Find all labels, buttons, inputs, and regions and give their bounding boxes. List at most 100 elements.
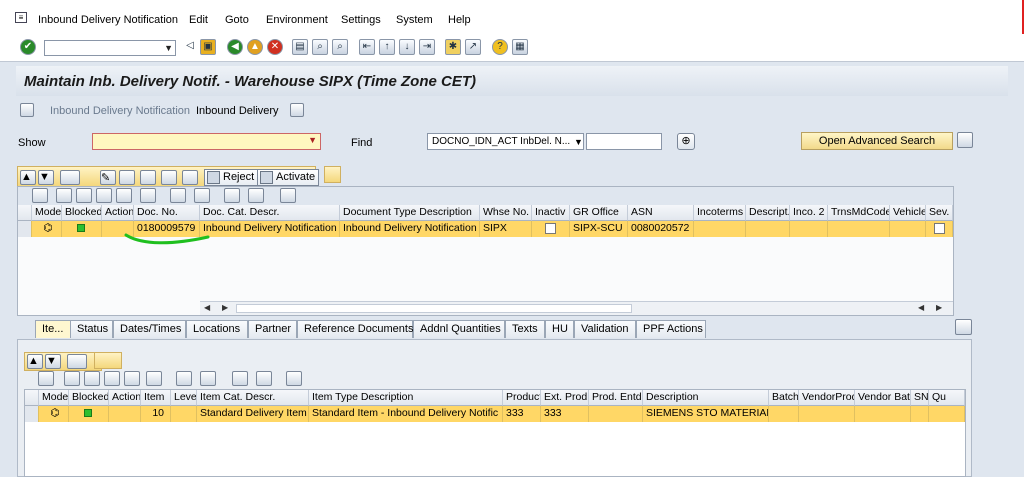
- tab-hu[interactable]: HU: [545, 320, 574, 338]
- col-qu[interactable]: Qu: [929, 390, 965, 406]
- col-incoterms[interactable]: Incoterms: [694, 205, 746, 221]
- filter-icon[interactable]: [32, 188, 48, 203]
- next-page-icon[interactable]: ↓: [399, 39, 415, 55]
- hierarchy-icon[interactable]: [140, 170, 156, 185]
- find-icon[interactable]: ⌕: [312, 39, 328, 55]
- col-doc-no[interactable]: Doc. No.: [134, 205, 200, 221]
- find-next-icon[interactable]: ⌕: [332, 39, 348, 55]
- col-descript[interactable]: Descript.: [746, 205, 790, 221]
- info-icon[interactable]: [280, 188, 296, 203]
- new-session-icon[interactable]: ✱: [445, 39, 461, 55]
- col-sev[interactable]: Sev. N: [926, 205, 953, 221]
- scroll-left-icon[interactable]: ◀: [204, 303, 210, 312]
- sort-descending-icon[interactable]: [96, 188, 112, 203]
- col-blocked[interactable]: Blocked: [62, 205, 102, 221]
- worklist-icon[interactable]: [20, 103, 34, 117]
- tab-locations[interactable]: Locations: [186, 320, 248, 338]
- scroll-up-icon[interactable]: ▲: [27, 354, 43, 369]
- refresh-icon[interactable]: [161, 170, 177, 185]
- col-item-type[interactable]: Item Type Description: [309, 390, 503, 406]
- chevron-down-icon[interactable]: ▼: [574, 137, 583, 147]
- sort-descending-icon[interactable]: [104, 371, 120, 386]
- col-trnsmdcode[interactable]: TrnsMdCode: [828, 205, 890, 221]
- print-icon[interactable]: [56, 188, 72, 203]
- mode-icon[interactable]: ⌬: [32, 221, 62, 237]
- tab-reference-documents[interactable]: Reference Documents: [297, 320, 413, 338]
- col-prod-entd[interactable]: Prod. Entd: [589, 390, 643, 406]
- cancel-icon[interactable]: ✕: [267, 39, 283, 55]
- export-icon[interactable]: [224, 188, 240, 203]
- tab-items[interactable]: Ite...: [35, 320, 71, 338]
- help-icon[interactable]: ?: [492, 39, 508, 55]
- row-selector[interactable]: [25, 406, 39, 422]
- col-doc-cat[interactable]: Doc. Cat. Descr.: [200, 205, 340, 221]
- details-icon[interactable]: [67, 354, 87, 369]
- col-description[interactable]: Description: [643, 390, 769, 406]
- menu-inbound-delivery-notification[interactable]: Inbound Delivery Notification: [38, 14, 178, 26]
- reject-button[interactable]: Reject: [204, 169, 259, 186]
- previous-page-icon[interactable]: ↑: [379, 39, 395, 55]
- menu-goto[interactable]: Goto: [225, 14, 249, 26]
- col-mode[interactable]: Mode: [39, 390, 69, 406]
- col-action[interactable]: Action: [109, 390, 141, 406]
- scroll-thumb[interactable]: [236, 304, 632, 313]
- col-whse[interactable]: Whse No.: [480, 205, 532, 221]
- col-item-cat[interactable]: Item Cat. Descr.: [197, 390, 309, 406]
- enter-icon[interactable]: ✔: [20, 39, 36, 55]
- inbound-delivery-menu-label[interactable]: Inbound Delivery: [196, 105, 279, 117]
- find-value-input[interactable]: [586, 133, 662, 150]
- last-page-icon[interactable]: ⇥: [419, 39, 435, 55]
- print-icon[interactable]: [64, 371, 80, 386]
- tab-validation[interactable]: Validation: [574, 320, 636, 338]
- col-asn[interactable]: ASN: [628, 205, 694, 221]
- menu-edit[interactable]: Edit: [189, 14, 208, 26]
- command-field[interactable]: ▼: [44, 40, 176, 56]
- tab-dates-times[interactable]: Dates/Times: [113, 320, 186, 338]
- expand-icon[interactable]: [324, 166, 341, 183]
- col-inactiv[interactable]: Inactiv: [532, 205, 570, 221]
- expand-icon[interactable]: [94, 352, 122, 369]
- tab-status[interactable]: Status: [70, 320, 113, 338]
- first-page-icon[interactable]: ⇤: [359, 39, 375, 55]
- find-icon[interactable]: [124, 371, 140, 386]
- col-product[interactable]: Product: [503, 390, 541, 406]
- sum-icon[interactable]: [176, 371, 192, 386]
- mode-icon[interactable]: ⌬: [39, 406, 69, 422]
- layout-icon[interactable]: [248, 188, 264, 203]
- layout-icon[interactable]: [256, 371, 272, 386]
- sort-ascending-icon[interactable]: [84, 371, 100, 386]
- find-icon[interactable]: [116, 188, 132, 203]
- activate-button[interactable]: Activate: [257, 169, 320, 186]
- show-dropdown[interactable]: ▼: [92, 133, 321, 150]
- back-icon[interactable]: ◀: [227, 39, 243, 55]
- find-dropdown[interactable]: DOCNO_IDN_ACT InbDel. N...: [427, 133, 584, 150]
- col-blocked[interactable]: Blocked: [69, 390, 109, 406]
- back-arrow-icon[interactable]: ◁: [182, 39, 198, 55]
- tab-settings-icon[interactable]: [955, 319, 972, 335]
- filter-icon[interactable]: [38, 371, 54, 386]
- scroll-down-icon[interactable]: ▼: [38, 170, 54, 185]
- col-action[interactable]: Action: [102, 205, 134, 221]
- col-item[interactable]: Item: [141, 390, 171, 406]
- tab-ppf-actions[interactable]: PPF Actions: [636, 320, 706, 338]
- subtotal-icon[interactable]: [200, 371, 216, 386]
- sum-icon[interactable]: [170, 188, 186, 203]
- scroll-right-icon[interactable]: ▶: [222, 303, 228, 312]
- menu-icon[interactable]: ≡: [15, 12, 27, 23]
- tab-texts[interactable]: Texts: [505, 320, 545, 338]
- chevron-down-icon[interactable]: ▼: [308, 135, 317, 145]
- sev-checkbox[interactable]: [934, 223, 945, 234]
- col-mode[interactable]: Mode: [32, 205, 62, 221]
- idn-menu-label[interactable]: Inbound Delivery Notification: [50, 105, 190, 117]
- menu-settings[interactable]: Settings: [341, 14, 381, 26]
- document-icon[interactable]: [290, 103, 304, 117]
- settings-icon[interactable]: [957, 132, 973, 148]
- execute-search-icon[interactable]: ⊕: [677, 133, 695, 150]
- save-icon[interactable]: ▣: [200, 39, 216, 55]
- info-icon[interactable]: [286, 371, 302, 386]
- row-selector[interactable]: [18, 221, 32, 237]
- col-vendorprod[interactable]: VendorProd: [799, 390, 855, 406]
- shortcut-icon[interactable]: ↗: [465, 39, 481, 55]
- subtotal-icon[interactable]: [194, 188, 210, 203]
- select-all-icon[interactable]: [25, 390, 39, 406]
